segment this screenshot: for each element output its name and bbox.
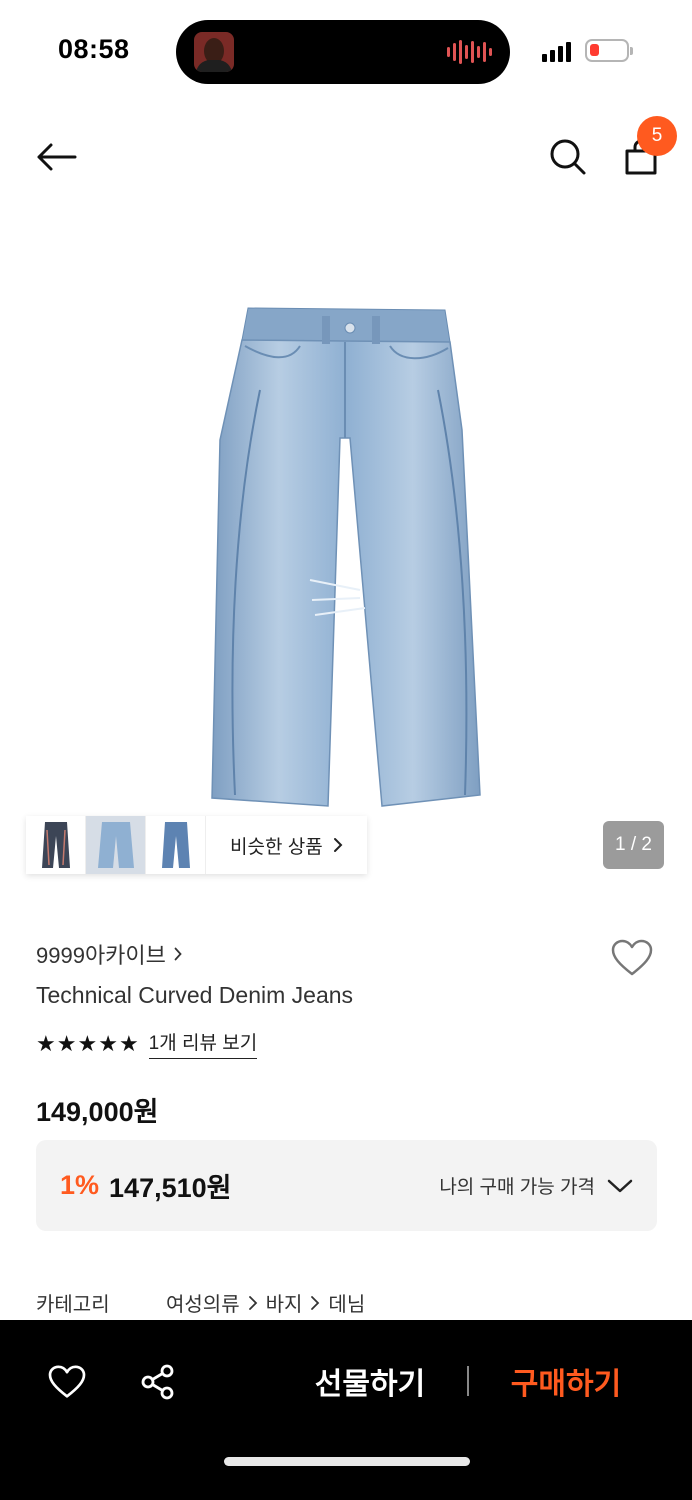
product-rating: ★ ★ ★ ★ ★ 1개 리뷰 보기 [36, 1028, 258, 1059]
battery-icon [585, 39, 633, 62]
search-icon [550, 139, 586, 175]
category-crumb-womens[interactable]: 여성의류 [166, 1288, 240, 1317]
heart-outline-icon [48, 1365, 86, 1398]
chevron-right-icon [311, 1295, 320, 1310]
status-time: 08:58 [58, 34, 130, 64]
audio-waveform-icon [447, 40, 492, 64]
thumbnail-1[interactable] [26, 816, 86, 874]
brand-name: 9999아카이브 [36, 943, 166, 968]
star-icon: ★ [36, 1030, 56, 1056]
category-row: 카테고리 여성의류 바지 데님 [36, 1288, 365, 1317]
jeans-thumbnail-dark [41, 822, 70, 868]
category-label: 카테고리 [36, 1294, 110, 1316]
bottom-action-bar: 선물하기 구매하기 [0, 1320, 692, 1500]
discount-price: 147,510원 [109, 1173, 232, 1203]
product-image[interactable] [200, 290, 500, 820]
my-price-box[interactable]: 1% 147,510원 나의 구매 가능 가격 [36, 1140, 657, 1231]
search-button[interactable] [544, 134, 592, 180]
gift-button[interactable]: 선물하기 [300, 1358, 440, 1404]
back-button[interactable] [32, 134, 80, 180]
cart-count-badge: 5 [637, 116, 677, 156]
thumbnail-3[interactable] [146, 816, 206, 874]
rating-stars: ★ ★ ★ ★ ★ [36, 1030, 139, 1056]
jeans-thumbnail-mid [161, 822, 190, 868]
similar-products-label: 비슷한 상품 [230, 836, 323, 858]
button-divider [467, 1366, 469, 1396]
bottom-wishlist-button[interactable] [44, 1360, 90, 1404]
chevron-right-icon [174, 947, 182, 961]
discount-rate: 1% [60, 1170, 100, 1200]
jeans-thumbnail-light [97, 822, 134, 868]
arrow-left-icon [37, 143, 77, 171]
wishlist-button[interactable] [606, 934, 658, 982]
cellular-signal-icon [542, 40, 571, 62]
original-price: 149,000원 [36, 1097, 159, 1127]
star-icon: ★ [98, 1030, 118, 1056]
category-crumb-pants[interactable]: 바지 [266, 1288, 303, 1317]
share-button[interactable] [136, 1360, 180, 1404]
my-price-label: 나의 구매 가능 가격 [439, 1177, 595, 1198]
review-link[interactable]: 1개 리뷰 보기 [148, 1028, 258, 1059]
thumbnail-strip: 비슷한 상품 [26, 816, 367, 874]
buy-button[interactable]: 구매하기 [496, 1358, 636, 1404]
now-playing-avatar [194, 32, 234, 72]
star-icon: ★ [77, 1030, 98, 1056]
chevron-right-icon [333, 838, 343, 852]
status-bar: 08:58 [0, 0, 692, 100]
dynamic-island[interactable] [176, 20, 510, 84]
image-page-indicator: 1 / 2 [603, 821, 664, 869]
star-icon: ★ [56, 1030, 77, 1056]
chevron-down-icon [607, 1179, 633, 1192]
star-icon: ★ [118, 1030, 139, 1056]
heart-outline-icon [611, 939, 653, 976]
product-name: Technical Curved Denim Jeans [36, 982, 354, 1008]
category-crumb-denim[interactable]: 데님 [328, 1288, 365, 1317]
thumbnail-2[interactable] [86, 816, 146, 874]
denim-jeans-image [211, 307, 481, 807]
share-icon [141, 1364, 174, 1400]
brand-link[interactable]: 9999아카이브 [36, 938, 182, 970]
chevron-right-icon [248, 1295, 257, 1310]
home-indicator[interactable] [224, 1457, 470, 1466]
similar-products-button[interactable]: 비슷한 상품 [206, 816, 367, 874]
